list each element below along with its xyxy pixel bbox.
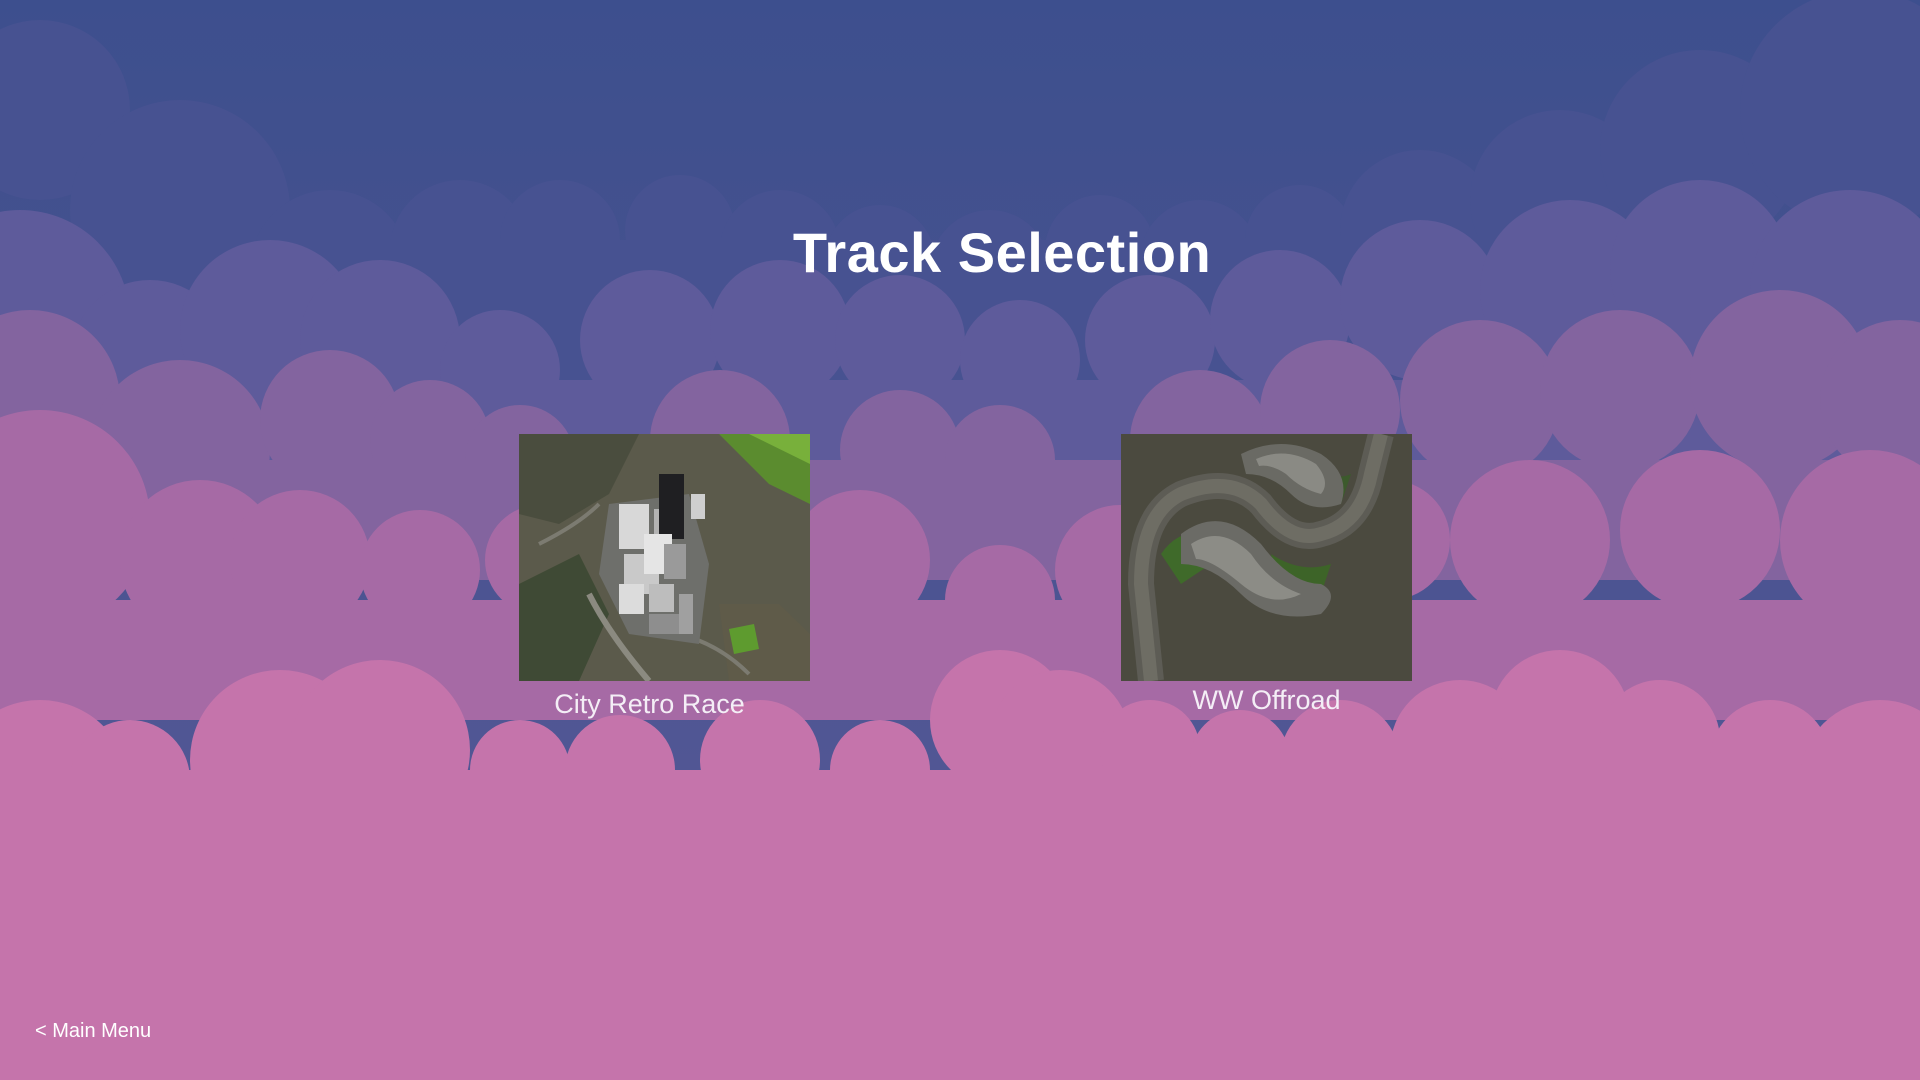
track-label: City Retro Race [554, 689, 745, 719]
offroad-track-thumbnail[interactable] [1121, 434, 1412, 681]
page-title: Track Selection [792, 221, 1212, 284]
cloud-sky-background [0, 0, 1920, 1080]
track-label: WW Offroad [1192, 685, 1341, 715]
city-track-thumbnail[interactable] [519, 434, 810, 681]
main-menu-back-button[interactable]: < Main Menu [35, 1020, 151, 1043]
track-card-ww-offroad[interactable]: WW Offroad [1121, 434, 1412, 716]
track-card-city-retro-race[interactable]: City Retro Race [519, 434, 810, 720]
